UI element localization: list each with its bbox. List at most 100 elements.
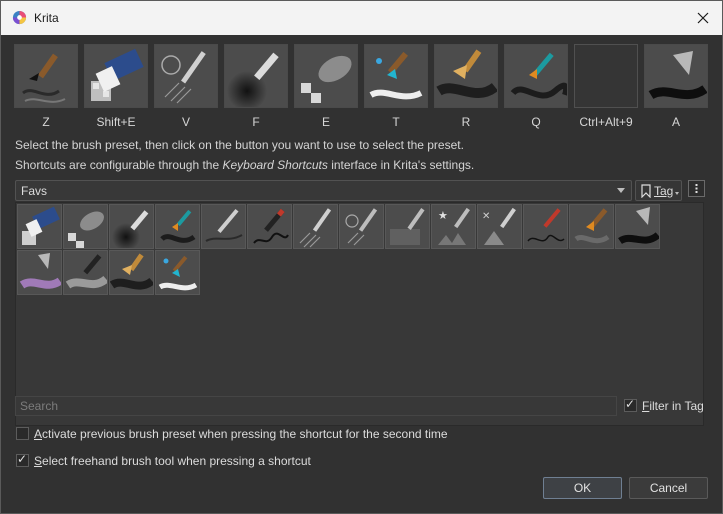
blender-gray-icon — [64, 251, 107, 294]
preset-eraser-soft[interactable] — [63, 204, 108, 249]
star-stamp-icon: ★ — [432, 205, 475, 248]
search-input[interactable] — [15, 396, 617, 416]
select-freehand-label: Select freehand brush tool when pressing… — [34, 454, 311, 468]
instructions-line-1: Select the brush preset, then click on t… — [15, 138, 464, 152]
cancel-button[interactable]: Cancel — [629, 477, 708, 499]
palette-knife-black-icon — [645, 45, 707, 107]
preset-red-brush-swirl[interactable] — [523, 204, 568, 249]
preset-palette-knife-purple[interactable] — [17, 250, 62, 295]
shortcut-slot-t[interactable] — [364, 44, 428, 108]
preset-ink-pen-scribble[interactable] — [247, 204, 292, 249]
shortcut-label-ctrl-alt-9: Ctrl+Alt+9 — [579, 115, 633, 129]
airbrush-soft-icon — [110, 205, 153, 248]
shortcut-label-shift-e: Shift+E — [96, 115, 136, 129]
bristle-brush-gray-icon — [435, 45, 497, 107]
shortcut-slot-shift-e[interactable] — [84, 44, 148, 108]
shortcut-label-f: F — [252, 115, 260, 129]
eraser-soft-icon — [295, 45, 357, 107]
shortcut-label-v: V — [181, 115, 190, 129]
bristle-brush-gray-icon — [110, 251, 153, 294]
bookmark-icon — [641, 184, 651, 198]
shortcut-label-e: E — [321, 115, 330, 129]
keyboard-shortcuts-emphasis: Keyboard Shortcuts — [222, 158, 328, 172]
shortcut-label-r: R — [461, 115, 471, 129]
instructions-suffix: interface in Krita's settings. — [327, 158, 475, 172]
preset-airbrush-soft[interactable] — [109, 204, 154, 249]
palette-knife-black-icon — [616, 205, 659, 248]
eraser-block-icon — [85, 45, 147, 107]
tag-menu-arrow-icon — [675, 192, 679, 195]
select-freehand-checkbox[interactable]: ✓ — [16, 452, 29, 467]
chevron-down-icon — [617, 188, 625, 193]
texture-stamp-icon: ✕ — [478, 205, 521, 248]
pencil-line-icon — [202, 205, 245, 248]
instructions-line-2: Shortcuts are configurable through the K… — [15, 158, 474, 172]
preset-teal-brush-swirl[interactable] — [155, 204, 200, 249]
watercolor-blue-icon — [365, 45, 427, 107]
more-options-icon — [695, 184, 698, 193]
preset-watercolor-blue[interactable] — [155, 250, 200, 295]
shortcut-label-z: Z — [42, 115, 50, 129]
shortcut-label-t: T — [392, 115, 400, 129]
ok-button[interactable]: OK — [543, 477, 622, 499]
watercolor-blue-icon — [156, 251, 199, 294]
eraser-block-icon — [18, 205, 61, 248]
shortcut-slot-f[interactable] — [224, 44, 288, 108]
preset-orange-brush-swirl[interactable] — [569, 204, 614, 249]
preset-pencil-line[interactable] — [201, 204, 246, 249]
checkmark-icon: ✓ — [625, 397, 636, 411]
svg-text:★: ★ — [438, 209, 448, 222]
preset-blender-gray[interactable] — [63, 250, 108, 295]
shortcut-slot-z[interactable] — [14, 44, 78, 108]
krita-logo-icon — [12, 10, 27, 25]
shortcut-slot-e[interactable] — [294, 44, 358, 108]
orange-brush-swirl-icon — [570, 205, 613, 248]
filter-in-tag-checkbox[interactable]: ✓ — [624, 397, 637, 412]
tag-button[interactable]: Tag — [635, 180, 682, 201]
palette-knife-purple-icon — [18, 251, 61, 294]
tag-dropdown[interactable]: Favs — [15, 180, 632, 201]
preset-pencil-hatching[interactable] — [293, 204, 338, 249]
red-brush-swirl-icon — [524, 205, 567, 248]
shortcut-slot-ctrl-alt-9[interactable] — [574, 44, 638, 108]
ink-pen-scribble-icon — [248, 205, 291, 248]
close-icon — [697, 12, 709, 24]
title-bar: Krita — [1, 1, 722, 35]
tag-button-label: Tag — [654, 184, 674, 198]
preset-texture-stamp[interactable]: ✕ — [477, 204, 522, 249]
pencil-hatching-icon — [294, 205, 337, 248]
preset-palette-knife-black[interactable] — [615, 204, 660, 249]
shortcut-slot-q[interactable] — [504, 44, 568, 108]
preset-star-stamp[interactable]: ★ — [431, 204, 476, 249]
window-title: Krita — [34, 11, 59, 25]
instructions-prefix: Shortcuts are configurable through the — [15, 158, 223, 172]
pencil-hatching-icon — [155, 45, 217, 107]
tag-dropdown-value: Favs — [21, 184, 48, 198]
preset-grid: ★ ✕ — [15, 202, 704, 426]
pen-hatching-icon — [340, 205, 383, 248]
svg-text:✕: ✕ — [482, 211, 490, 222]
shortcut-label-q: Q — [531, 115, 541, 129]
charcoal-texture-icon — [386, 205, 429, 248]
airbrush-soft-icon — [225, 45, 287, 107]
activate-previous-label: Activate previous brush preset when pres… — [34, 427, 448, 441]
dialog-window: Krita Z Shift+E V F E T R Q Ctrl+Alt+9 A… — [0, 0, 723, 514]
shortcut-label-a: A — [671, 115, 680, 129]
eraser-soft-icon — [64, 205, 107, 248]
orange-brush-swirl-icon — [505, 45, 567, 107]
shortcut-slot-r[interactable] — [434, 44, 498, 108]
preset-eraser-block[interactable] — [17, 204, 62, 249]
brush-ink-stroke-icon — [15, 45, 77, 107]
shortcut-slot-v[interactable] — [154, 44, 218, 108]
activate-previous-checkbox[interactable] — [16, 427, 29, 440]
preset-charcoal-texture[interactable] — [385, 204, 430, 249]
teal-brush-swirl-icon — [156, 205, 199, 248]
more-options-button[interactable] — [688, 180, 705, 197]
filter-in-tag-label: Filter in Tag — [642, 399, 704, 413]
preset-pen-hatching[interactable] — [339, 204, 384, 249]
preset-bristle-brush-gray[interactable] — [109, 250, 154, 295]
checkmark-icon: ✓ — [17, 452, 28, 466]
dialog-content: Z Shift+E V F E T R Q Ctrl+Alt+9 A Selec… — [2, 35, 721, 513]
close-button[interactable] — [694, 9, 712, 27]
shortcut-slot-a[interactable] — [644, 44, 708, 108]
